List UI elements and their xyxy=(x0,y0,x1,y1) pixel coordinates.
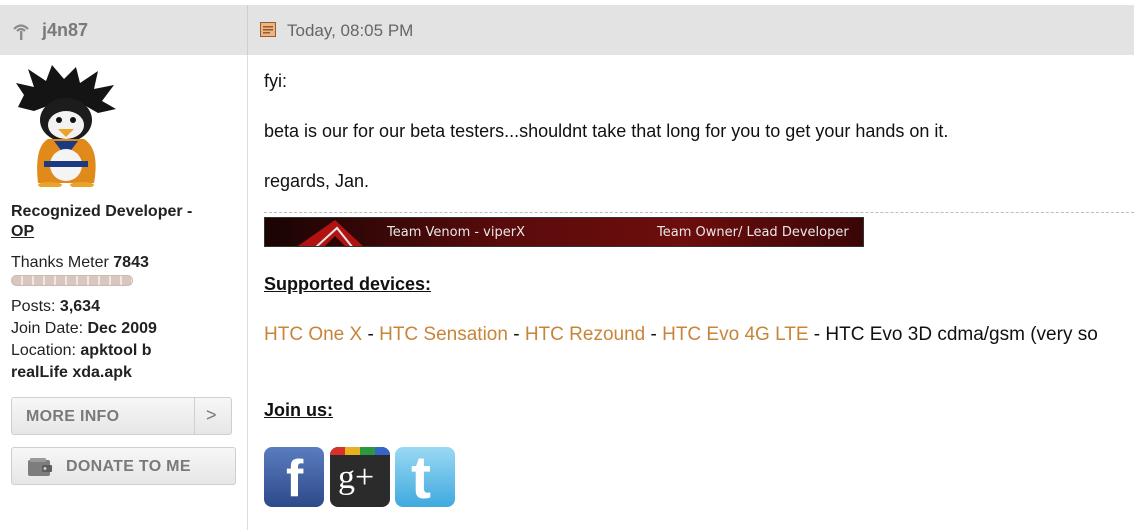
online-status-icon xyxy=(13,24,29,40)
join-date-label: Join Date: xyxy=(11,320,84,337)
signature-banner[interactable]: Team Venom - viperX Team Owner/ Lead Dev… xyxy=(264,217,864,247)
post-icon xyxy=(260,22,276,37)
thanks-meter-label: Thanks Meter 7843 xyxy=(11,254,149,272)
thanks-meter-text: Thanks Meter xyxy=(11,254,109,271)
device-separator: - xyxy=(808,324,826,345)
location: Location: apktool b xyxy=(11,340,152,362)
location-value-1: apktool b xyxy=(80,342,152,359)
chevron-right-icon[interactable]: > xyxy=(206,405,217,426)
signature-separator xyxy=(264,212,1134,213)
facebook-icon: f xyxy=(286,450,304,507)
twitter-button[interactable]: t xyxy=(395,447,455,507)
more-info-label: MORE INFO xyxy=(26,408,120,425)
device-evo-3d: HTC Evo 3D cdma/gsm (very so xyxy=(825,324,1098,345)
post-line-regards: regards, Jan. xyxy=(264,171,370,191)
device-link-rezound[interactable]: HTC Rezound xyxy=(525,324,645,345)
googleplus-icon: g+ xyxy=(338,459,375,496)
post-header-user: j4n87 xyxy=(0,5,248,55)
post-line-fyi: fyi: xyxy=(264,71,288,91)
username[interactable]: j4n87 xyxy=(42,20,88,41)
donate-button[interactable]: DONATE TO ME xyxy=(11,447,236,485)
post-date: Today, 08:05 PM xyxy=(287,21,414,40)
googleplus-color-strip xyxy=(330,447,390,455)
twitter-icon: t xyxy=(411,447,431,507)
device-separator: - xyxy=(507,324,525,345)
supported-devices-heading: Supported devices: xyxy=(264,274,432,294)
device-separator: - xyxy=(645,324,663,345)
more-info-button[interactable]: MORE INFO > xyxy=(11,397,232,435)
post-header: j4n87 Today, 08:05 PM xyxy=(0,5,1134,55)
join-us-heading: Join us: xyxy=(264,400,334,420)
more-info-divider xyxy=(194,398,195,434)
wallet-icon xyxy=(28,458,52,476)
user-avatar[interactable] xyxy=(14,65,118,187)
posts-value: 3,634 xyxy=(59,298,100,315)
posts-label: Posts: xyxy=(11,298,56,315)
facebook-button[interactable]: f xyxy=(264,447,324,507)
device-separator: - xyxy=(362,324,380,345)
location-cont: realLife xda.apk xyxy=(11,362,132,384)
thanks-meter-bar xyxy=(11,275,133,286)
googleplus-button[interactable]: g+ xyxy=(330,447,390,507)
location-label: Location: xyxy=(11,342,76,359)
post-line-beta: beta is our for our beta testers...shoul… xyxy=(264,121,949,141)
thanks-meter-value: 7843 xyxy=(113,254,149,271)
supported-devices-list: HTC One X - HTC Sensation - HTC Rezound … xyxy=(264,324,1098,346)
device-link-sensation[interactable]: HTC Sensation xyxy=(379,324,508,345)
location-value-2: realLife xda.apk xyxy=(11,364,132,381)
banner-logo-icon xyxy=(297,220,363,246)
join-date: Join Date: Dec 2009 xyxy=(11,318,157,340)
op-badge[interactable]: OP xyxy=(11,223,34,241)
posts-count: Posts: 3,634 xyxy=(11,296,100,318)
user-title: Recognized Developer - xyxy=(11,203,193,220)
banner-text-right: Team Owner/ Lead Developer xyxy=(657,225,849,240)
device-link-evo-4g-lte[interactable]: HTC Evo 4G LTE xyxy=(662,324,808,345)
device-link-one-x[interactable]: HTC One X xyxy=(264,324,362,345)
banner-text-left: Team Venom - viperX xyxy=(387,225,525,240)
user-sidebar: Recognized Developer - OP Thanks Meter 7… xyxy=(0,55,248,530)
join-date-value: Dec 2009 xyxy=(87,320,157,337)
donate-label: DONATE TO ME xyxy=(66,458,191,475)
